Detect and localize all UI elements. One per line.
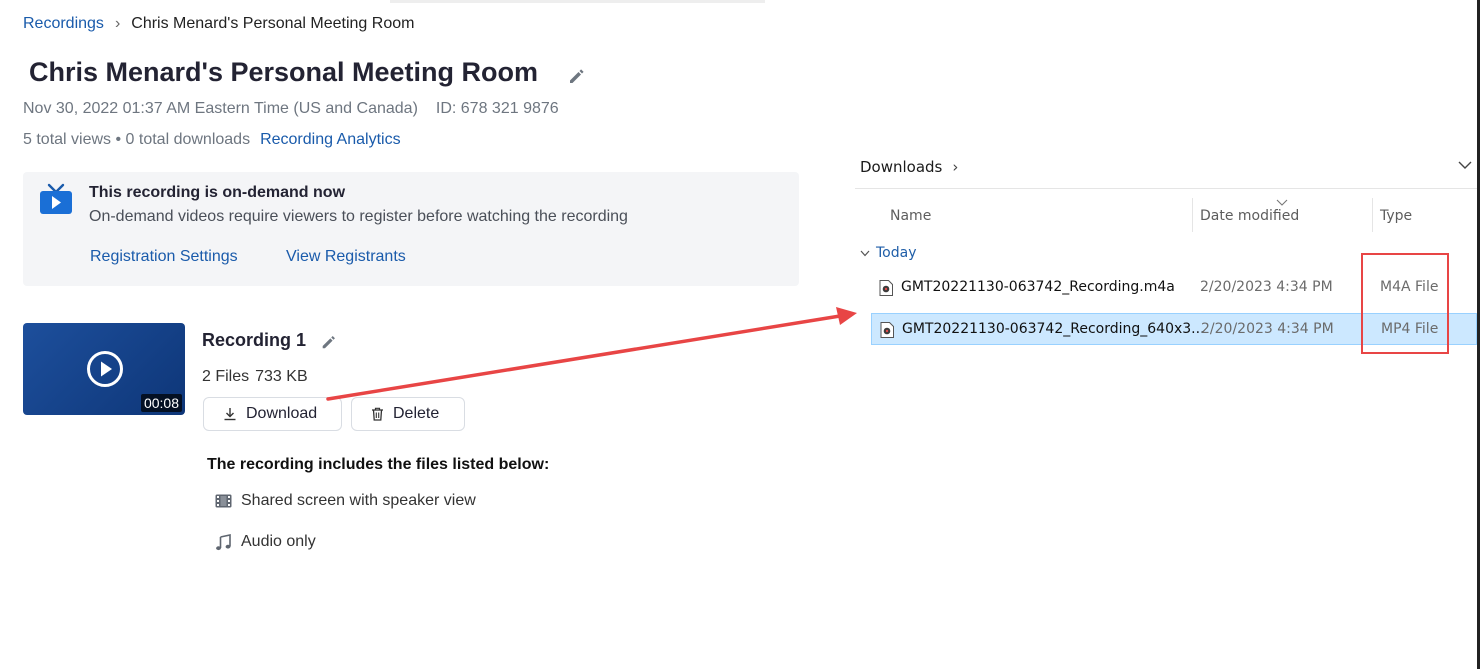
group-header-today[interactable]: Today — [860, 245, 917, 261]
explorer-location[interactable]: Downloads — [860, 158, 942, 176]
column-header-date[interactable]: Date modified — [1200, 208, 1299, 224]
media-file-icon — [879, 280, 893, 296]
breadcrumb-current: Chris Menard's Personal Meeting Room — [131, 15, 415, 32]
column-header-name[interactable]: Name — [890, 208, 931, 224]
file-item-audio-only: Audio only — [215, 533, 316, 551]
banner-title: This recording is on-demand now — [89, 184, 346, 201]
recording-analytics-link[interactable]: Recording Analytics — [260, 131, 401, 148]
column-header-type[interactable]: Type — [1380, 208, 1412, 224]
download-icon — [224, 408, 236, 421]
play-icon[interactable] — [86, 350, 124, 388]
file-item-shared-screen: Shared screen with speaker view — [215, 492, 476, 510]
breadcrumb-separator: › — [114, 15, 121, 32]
edit-title-pencil-icon[interactable] — [567, 66, 587, 86]
recording-stats: 5 total views • 0 total downloads Recordi… — [23, 131, 401, 149]
recording-file-info: 2 Files 733 KB — [202, 368, 308, 386]
top-bar-edge — [390, 0, 765, 3]
page-title: Chris Menard's Personal Meeting Room — [29, 57, 539, 87]
group-label: Today — [876, 245, 917, 261]
column-divider[interactable] — [1192, 198, 1193, 232]
meeting-datetime: Nov 30, 2022 01:37 AM Eastern Time (US a… — [23, 100, 418, 117]
sort-chevron-icon — [1276, 199, 1288, 206]
registration-settings-link[interactable]: Registration Settings — [90, 248, 238, 266]
meeting-meta: Nov 30, 2022 01:37 AM Eastern Time (US a… — [23, 100, 559, 118]
recording-thumbnail[interactable]: 00:08 — [23, 323, 185, 415]
file-item-label: Audio only — [241, 533, 316, 550]
explorer-location-bar[interactable]: Downloads › — [860, 158, 958, 176]
file-name: GMT20221130-063742_Recording.m4a — [901, 279, 1175, 295]
edit-recording-pencil-icon[interactable] — [320, 333, 338, 351]
recording-name: Recording 1 — [202, 330, 307, 350]
explorer-divider — [855, 188, 1477, 189]
duration-badge: 00:08 — [140, 394, 182, 412]
file-date: 2/20/2023 4:34 PM — [1201, 321, 1334, 337]
file-date: 2/20/2023 4:34 PM — [1200, 279, 1333, 295]
on-demand-banner: This recording is on-demand now On-deman… — [23, 172, 799, 286]
breadcrumb: Recordings › Chris Menard's Personal Meeti… — [23, 15, 414, 33]
delete-label: Delete — [393, 405, 440, 422]
files-count: 2 Files — [202, 368, 250, 385]
breadcrumb-recordings-link[interactable]: Recordings — [23, 15, 104, 32]
banner-subtitle: On-demand videos require viewers to regi… — [89, 208, 628, 225]
tv-icon — [40, 183, 72, 214]
annotation-highlight-box — [1361, 253, 1449, 354]
file-name: GMT20221130-063742_Recording_640x3... — [902, 321, 1205, 337]
meeting-id: ID: 678 321 9876 — [435, 100, 559, 117]
download-button[interactable]: Download — [203, 397, 342, 431]
explorer-location-chevron[interactable]: › — [952, 158, 958, 176]
media-file-icon — [880, 322, 894, 338]
trash-icon — [372, 407, 383, 421]
delete-button[interactable]: Delete — [351, 397, 465, 431]
files-heading: The recording includes the files listed … — [207, 456, 550, 473]
views-downloads-count: 5 total views • 0 total downloads — [23, 131, 251, 148]
view-registrants-link[interactable]: View Registrants — [286, 248, 406, 266]
music-note-icon — [216, 533, 231, 550]
chevron-down-icon — [860, 250, 870, 256]
file-item-label: Shared screen with speaker view — [241, 492, 476, 509]
film-icon — [215, 494, 232, 508]
chevron-down-icon[interactable] — [1458, 160, 1472, 170]
file-size: 733 KB — [255, 368, 308, 385]
column-divider[interactable] — [1372, 198, 1373, 232]
download-label: Download — [246, 405, 318, 422]
